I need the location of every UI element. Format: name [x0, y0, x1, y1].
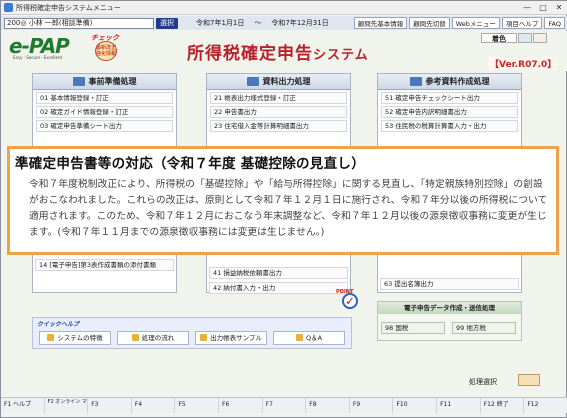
period-from: 令和7年1月1日: [196, 19, 245, 27]
menu-item-52[interactable]: 52 確定申告内訳明細書出力: [381, 106, 518, 118]
efile-national-tax[interactable]: 98 国税: [381, 322, 445, 334]
maximize-icon[interactable]: □: [536, 2, 550, 13]
process-select-label: 処理選択: [469, 378, 497, 386]
qh-button-label: システムの特徴: [57, 334, 103, 342]
efile-title: 電子申告データ作成・送信処理: [378, 302, 521, 314]
fkey-f6[interactable]: F6: [219, 398, 263, 413]
fkey-f8[interactable]: F8: [306, 398, 350, 413]
panel-title: 資料出力処理: [262, 77, 311, 86]
function-key-bar: F1 ヘルプ F2 オンライン マニュアル F3 F4 F5 F6 F7 F8 …: [1, 397, 567, 413]
announcement-body: 令和７年度税制改正により、所得税の「基礎控除」や「給与所得控除」に関する見直し、…: [29, 179, 548, 238]
menu-item-41[interactable]: 41 損益納税依頼書出力: [209, 267, 348, 279]
qh-qa-button[interactable]: Q＆A: [273, 331, 345, 345]
client-switch-button[interactable]: 顧問先切替: [409, 17, 450, 29]
title-bar: 所得税確定申告システムメニュー — □ ✕: [1, 1, 567, 15]
epap-logo: e-PAP Easy · Secure · Excellent: [9, 34, 87, 60]
badge-stamp: 最新改正強化情報: [95, 41, 117, 61]
panel-header: 参考資料作成処理: [378, 74, 521, 90]
toolbar-buttons: 顧問先基本情報 顧問先切替 Webメニュー 項目ヘルプ FAQ: [353, 17, 565, 29]
fiscal-period: 令和7年1月1日 ～ 令和7年12月31日: [196, 18, 329, 28]
fkey-f3[interactable]: F3: [88, 398, 132, 413]
panel-header: 資料出力処理: [207, 74, 350, 90]
menu-item-01[interactable]: 01 基本情報登録・訂正: [36, 92, 173, 104]
app-window: 所得税確定申告システムメニュー — □ ✕ 200◎ 小林 一郎(相談準備) 選…: [0, 0, 567, 418]
logo-tagline: Easy · Secure · Excellent: [13, 55, 63, 60]
fkey-f1[interactable]: F1 ヘルプ: [1, 398, 45, 413]
app-icon: [4, 3, 13, 12]
menu-item-14[interactable]: 14 [電子申告]第3表作成書類の添付書類: [35, 259, 174, 271]
menu-item-22[interactable]: 22 申告書出力: [210, 106, 347, 118]
qh-button-label: Q＆A: [305, 334, 323, 342]
menu-item-02[interactable]: 02 確定ガイド情報登録・訂正: [36, 106, 173, 118]
help-page-icon: [200, 334, 208, 341]
color-swatch-pink[interactable]: [533, 33, 547, 43]
web-menu-button[interactable]: Webメニュー: [451, 17, 500, 29]
client-select-button[interactable]: 選択: [156, 17, 178, 29]
help-page-icon: [131, 334, 139, 341]
system-title-suffix: システム: [313, 48, 369, 63]
efile-panel: 電子申告データ作成・送信処理 98 国税 99 地方税: [377, 301, 522, 341]
period-separator: ～: [254, 19, 262, 27]
fkey-f4[interactable]: F4: [132, 398, 176, 413]
qh-flow-button[interactable]: 処理の流れ: [117, 331, 189, 345]
window-controls: — □ ✕: [520, 2, 566, 13]
qh-features-button[interactable]: システムの特徴: [39, 331, 111, 345]
panel-title: 事前準備処理: [88, 77, 137, 86]
close-icon[interactable]: ✕: [552, 2, 566, 13]
version-label: 【Ver.R07.0】: [488, 57, 559, 70]
qh-button-label: 出力帳表サンプル: [210, 334, 262, 342]
faq-button[interactable]: FAQ: [544, 17, 565, 29]
book-icon: [246, 77, 259, 86]
minimize-icon[interactable]: —: [520, 2, 534, 13]
period-to: 令和7年12月31日: [271, 19, 329, 27]
qh-button-label: 処理の流れ: [141, 334, 175, 342]
fkey-f2[interactable]: F2 オンライン マニュアル: [45, 398, 89, 413]
menu-item-42[interactable]: 42 納付書入力・出力: [209, 282, 348, 294]
color-selector: 着色: [481, 33, 547, 43]
book-icon: [72, 77, 85, 86]
client-info-button[interactable]: 顧問先基本情報: [353, 17, 408, 29]
menu-item-03[interactable]: 03 確定申告準備シート出力: [36, 120, 173, 132]
fkey-f11[interactable]: F11: [437, 398, 481, 413]
quick-help-title: クイックヘルプ: [37, 321, 80, 328]
menu-item-23[interactable]: 23 住宅借入金等計算明細書出力: [210, 120, 347, 132]
menu-item-51[interactable]: 51 確定申告チェックシート出力: [381, 92, 518, 104]
quick-help: クイックヘルプ システムの特徴 処理の流れ 出力帳表サンプル Q＆A: [32, 317, 352, 349]
update-badge[interactable]: チェック 最新改正強化情報: [89, 33, 121, 61]
menu-item-63[interactable]: 63 提出名簿出力: [380, 278, 519, 290]
menu-item-53[interactable]: 53 住民税の税算計算書入力・出力: [381, 120, 518, 132]
panel-title: 参考資料作成処理: [425, 77, 490, 86]
system-title: 所得税確定申告システム: [187, 39, 369, 64]
fkey-f10[interactable]: F10: [393, 398, 438, 413]
item-help-button[interactable]: 項目ヘルプ: [501, 17, 543, 29]
fkey-f5[interactable]: F5: [175, 398, 220, 413]
point-icon: POINT ✓: [336, 289, 360, 311]
info-bar: 200◎ 小林 一郎(相談準備) 選択 令和7年1月1日 ～ 令和7年12月31…: [1, 16, 567, 30]
fkey-f7[interactable]: F7: [263, 398, 307, 413]
help-page-icon: [295, 334, 303, 341]
window-title: 所得税確定申告システムメニュー: [16, 3, 121, 12]
system-title-main: 所得税確定申告: [187, 44, 313, 64]
announcement-title: 準確定申告書等の対応（令和７年度 基礎控除の見直し）: [15, 156, 365, 172]
color-label: 着色: [481, 33, 517, 43]
fkey-f12[interactable]: F12: [524, 398, 567, 413]
book-icon: [409, 77, 422, 86]
help-page-icon: [47, 334, 55, 341]
fkey-f9[interactable]: F9: [350, 398, 394, 413]
color-swatch-blue[interactable]: [518, 33, 532, 43]
menu-item-21[interactable]: 21 帳表出力様式登録・訂正: [210, 92, 347, 104]
client-name-field[interactable]: 200◎ 小林 一郎(相談準備): [4, 17, 154, 29]
fkey-f12-exit[interactable]: F12 終了: [481, 398, 525, 413]
efile-local-tax[interactable]: 99 地方税: [452, 322, 516, 334]
header: e-PAP Easy · Secure · Excellent チェック 最新改…: [1, 31, 567, 71]
process-select-input[interactable]: [518, 374, 540, 386]
panel-header: 事前準備処理: [33, 74, 176, 90]
announcement-box: 準確定申告書等の対応（令和７年度 基礎控除の見直し） 令和７年度税制改正により、…: [7, 146, 559, 255]
qh-samples-button[interactable]: 出力帳表サンプル: [195, 331, 267, 345]
